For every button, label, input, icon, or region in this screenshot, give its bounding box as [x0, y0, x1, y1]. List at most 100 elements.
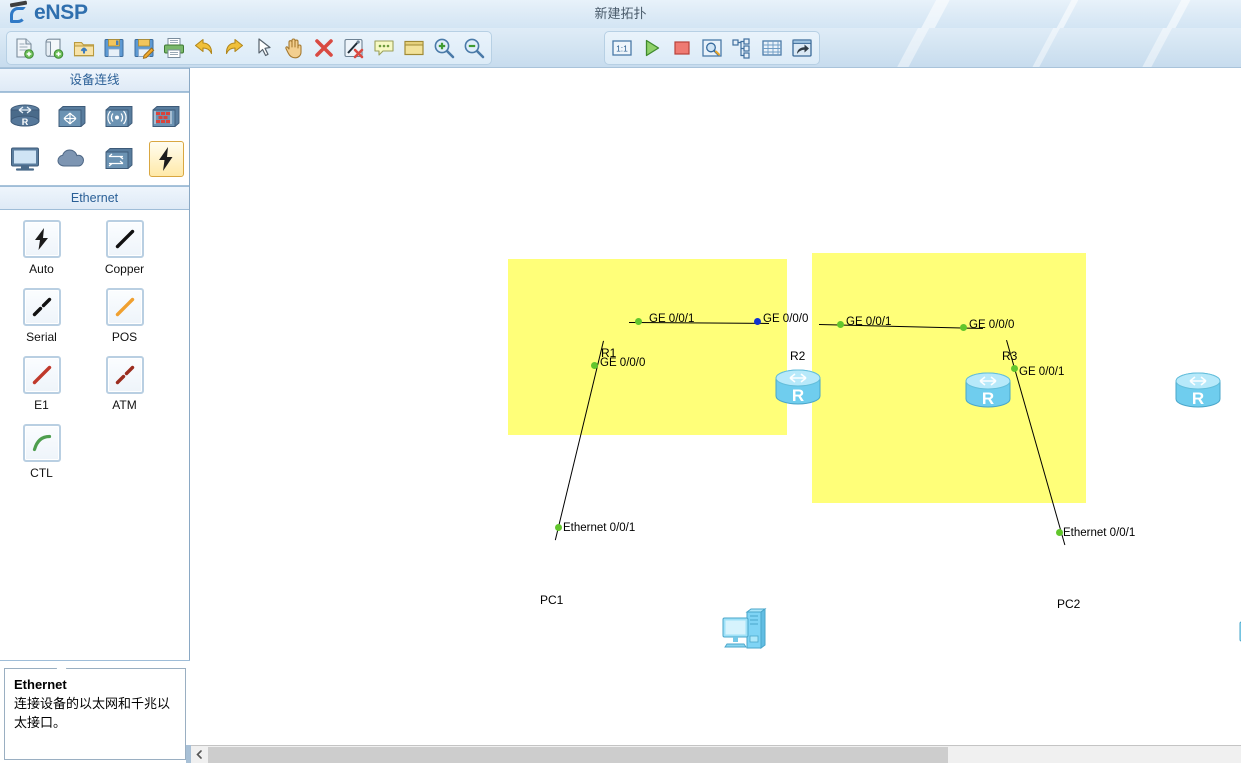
topology-tree-icon[interactable]	[727, 33, 757, 63]
device-router[interactable]: R	[7, 99, 42, 135]
iface-label-r3-ge000: GE 0/0/0	[969, 319, 1015, 331]
iface-label-r1-ge001: GE 0/0/1	[649, 313, 695, 325]
delete-icon[interactable]	[309, 33, 339, 63]
cable-copper[interactable]: Copper	[83, 220, 166, 276]
cable-e1-label: E1	[34, 398, 49, 412]
device-switch[interactable]	[54, 99, 89, 135]
pointer-icon[interactable]	[249, 33, 279, 63]
highlight-area-left	[508, 259, 787, 435]
redo-icon[interactable]	[219, 33, 249, 63]
delete-link-icon[interactable]	[339, 33, 369, 63]
undo-icon[interactable]	[189, 33, 219, 63]
cable-serial[interactable]: Serial	[0, 288, 83, 344]
host-pc2[interactable]	[1236, 610, 1241, 658]
iface-dot-r3-ge000[interactable]	[960, 324, 967, 331]
left-sidebar: 设备连线 R Ethernet Auto Copper Serial POS E…	[0, 68, 190, 763]
scroll-left-arrow-icon[interactable]	[191, 746, 208, 763]
node-label-pc1: PC1	[540, 593, 564, 607]
cable-e1-icon	[22, 356, 61, 394]
save-icon[interactable]	[99, 33, 129, 63]
router-r2[interactable]: R	[964, 370, 1012, 414]
svg-text:R: R	[982, 389, 994, 408]
device-wlan[interactable]	[102, 99, 137, 135]
zoom-in-icon[interactable]	[429, 33, 459, 63]
iface-dot-r1-ge001[interactable]	[635, 318, 642, 325]
cable-e1[interactable]: E1	[0, 356, 83, 412]
print-icon[interactable]	[159, 33, 189, 63]
highlight-area-right	[812, 253, 1086, 503]
cable-pos-label: POS	[111, 330, 138, 344]
cable-auto-icon	[22, 220, 61, 258]
iface-dot-r3-ge001[interactable]	[1011, 365, 1018, 372]
scrollbar-thumb[interactable]	[208, 747, 948, 763]
save-as-icon[interactable]	[129, 33, 159, 63]
iface-label-r2-ge000: GE 0/0/0	[763, 313, 809, 325]
cable-atm[interactable]: ATM	[83, 356, 166, 412]
horizontal-scrollbar[interactable]	[191, 745, 1241, 763]
device-lan-switch[interactable]	[101, 141, 136, 177]
device-firewall[interactable]	[149, 99, 184, 135]
start-device-icon[interactable]	[637, 33, 667, 63]
iface-label-r3-ge001: GE 0/0/1	[1019, 366, 1065, 378]
description-notch	[56, 662, 67, 669]
cable-auto-label: Auto	[29, 262, 54, 276]
iface-dot-pc2-eth001[interactable]	[1056, 529, 1063, 536]
svg-text:R: R	[792, 386, 804, 405]
description-panel: Ethernet 连接设备的以太网和千兆以太接口。	[0, 660, 190, 763]
cable-copper-icon	[105, 220, 144, 258]
cable-pos-icon	[105, 288, 144, 326]
cable-atm-label: ATM	[112, 398, 137, 412]
title-bar: eNSP 新建拓扑	[0, 0, 1241, 28]
open-folder-icon[interactable]	[69, 33, 99, 63]
device-cloud[interactable]	[54, 141, 89, 177]
cable-serial-label: Serial	[26, 330, 57, 344]
new-scroll-icon[interactable]	[39, 33, 69, 63]
device-palette: R	[0, 92, 189, 186]
cable-ctl-label: CTL	[30, 466, 53, 480]
device-terminal[interactable]	[7, 141, 42, 177]
cable-auto[interactable]: Auto	[0, 220, 83, 276]
router-r1[interactable]: R	[774, 367, 822, 411]
zoom-reset-icon[interactable]: 1:1	[607, 33, 637, 63]
cable-ctl[interactable]: CTL	[0, 424, 83, 480]
host-pc1[interactable]	[719, 606, 771, 654]
note-shape-icon[interactable]	[399, 33, 429, 63]
cable-panel-title: Ethernet	[0, 186, 189, 210]
main-toolbar: 1:1	[0, 28, 1241, 68]
svg-text:1:1: 1:1	[616, 44, 628, 54]
iface-dot-pc1-eth001[interactable]	[555, 524, 562, 531]
svg-text:R: R	[21, 117, 28, 127]
new-topology-icon[interactable]	[9, 33, 39, 63]
cable-palette: Auto Copper Serial POS E1 ATM CTL	[0, 210, 189, 496]
cable-ctl-icon	[22, 424, 61, 462]
grid-icon[interactable]	[757, 33, 787, 63]
hand-icon[interactable]	[279, 33, 309, 63]
restore-icon[interactable]	[787, 33, 817, 63]
node-label-r1: R1	[601, 346, 617, 360]
node-label-r2: R2	[790, 349, 806, 363]
iface-dot-r2-ge001[interactable]	[837, 321, 844, 328]
cable-pos[interactable]: POS	[83, 288, 166, 344]
description-text: 连接设备的以太网和千兆以太接口。	[14, 696, 171, 730]
cable-serial-icon	[22, 288, 61, 326]
iface-label-pc1-eth001: Ethernet 0/0/1	[563, 522, 636, 534]
capture-icon[interactable]	[697, 33, 727, 63]
node-label-r3: R3	[1002, 349, 1018, 363]
topology-canvas[interactable]: R R R GE 0/0/1 GE 0/0/0 GE 0/0/0 GE 0/0/…	[191, 68, 1241, 745]
comment-icon[interactable]	[369, 33, 399, 63]
zoom-out-icon[interactable]	[459, 33, 489, 63]
description-title: Ethernet	[14, 677, 67, 692]
iface-label-pc2-eth001: Ethernet 0/0/1	[1063, 527, 1136, 539]
cable-copper-label: Copper	[104, 262, 145, 276]
window-title: 新建拓扑	[594, 6, 647, 21]
router-r3[interactable]: R	[1174, 370, 1222, 414]
cable-atm-icon	[105, 356, 144, 394]
device-panel-title: 设备连线	[0, 68, 189, 92]
iface-dot-r1-ge000[interactable]	[591, 362, 598, 369]
iface-dot-r2-ge000[interactable]	[754, 318, 761, 325]
stop-device-icon[interactable]	[667, 33, 697, 63]
device-connections[interactable]	[148, 141, 184, 177]
iface-label-r2-ge001: GE 0/0/1	[846, 316, 892, 328]
svg-text:R: R	[1192, 389, 1204, 408]
node-label-pc2: PC2	[1057, 597, 1081, 611]
